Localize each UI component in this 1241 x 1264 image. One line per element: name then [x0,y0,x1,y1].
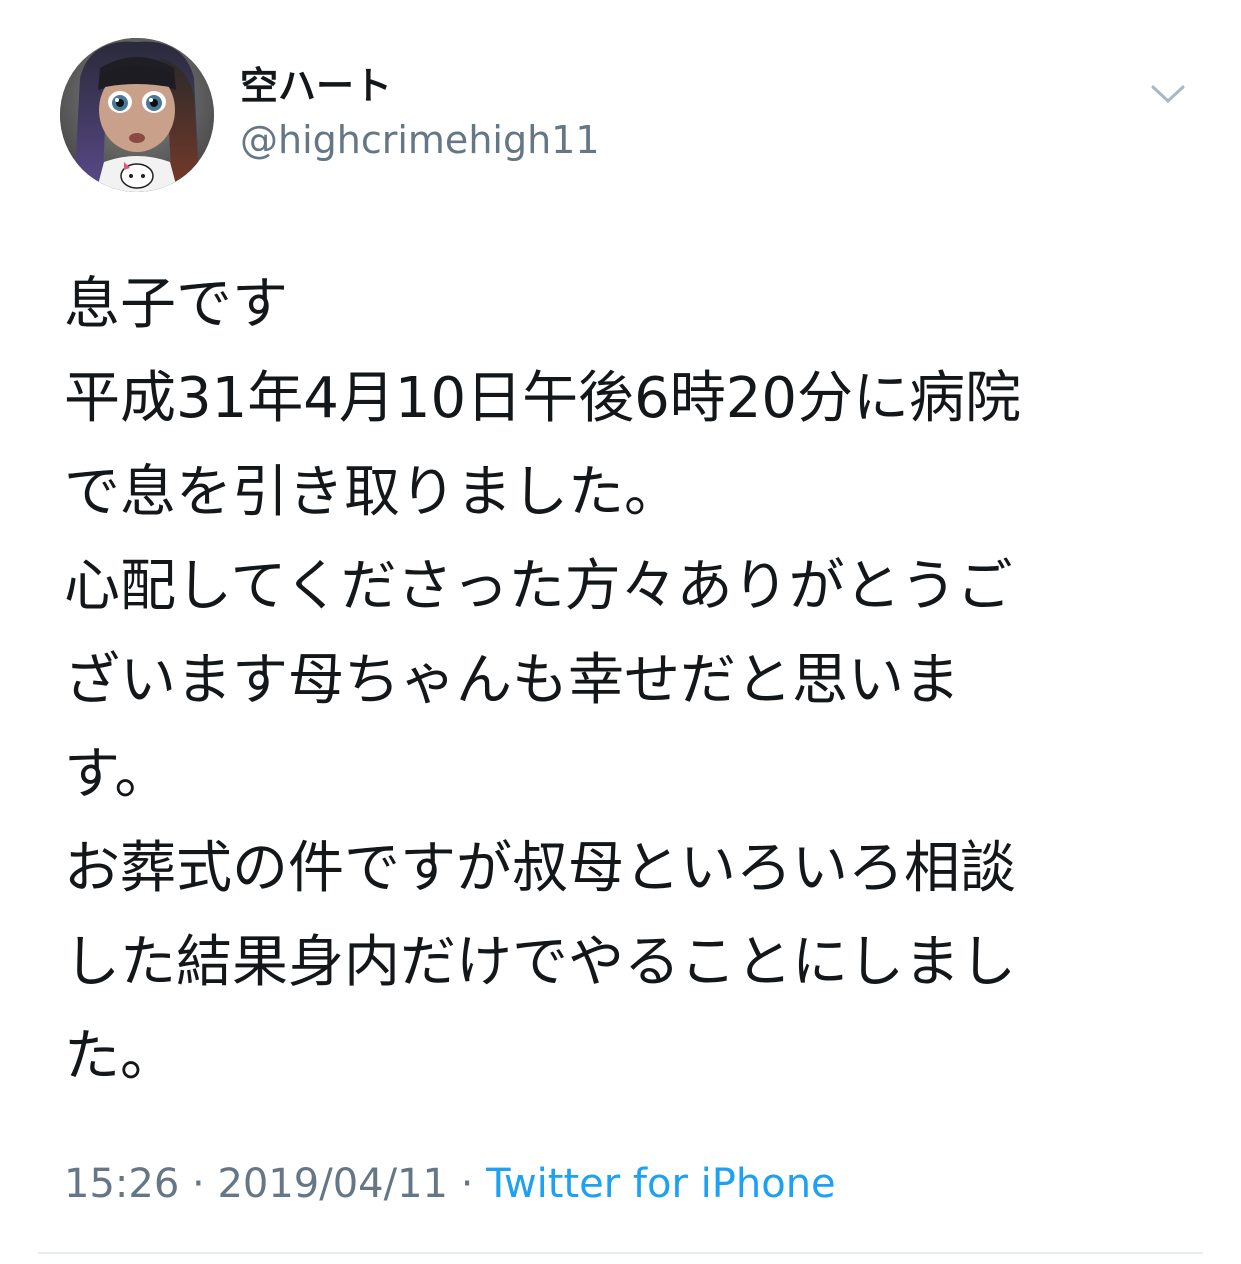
meta-separator: · [179,1161,218,1207]
tweet-text-line: 心配してくださった方々ありがとうご [64,554,1013,619]
chevron-down-icon [1151,85,1185,103]
tweet-date[interactable]: 2019/04/11 [217,1161,448,1207]
tweet-text-line: で息を引き取りました。 [64,460,680,525]
more-options-button[interactable] [1146,74,1190,114]
tweet-meta: 15:26 · 2019/04/11 · Twitter for iPhone [64,1156,836,1212]
tweet-text-line: お葬式の件ですが叔母といろいろ相談 [64,836,1016,901]
user-handle[interactable]: @highcrimehigh11 [240,114,600,166]
display-name[interactable]: 空ハート [240,60,392,112]
tweet-text-line: ざいます母ちゃんも幸せだと思いま [64,648,960,713]
tweet-card: 空ハート @highcrimehigh11 息子です 平成31年4月10日午後6… [0,0,1241,1264]
divider [38,1252,1203,1254]
tweet-text-line: 息子です [64,272,288,337]
tweet-source-link[interactable]: Twitter for iPhone [486,1161,836,1207]
avatar[interactable] [60,38,214,192]
avatar-doll-image [60,38,214,192]
meta-separator: · [447,1161,487,1207]
tweet-text-line: す。 [64,742,171,807]
tweet-text-line: た。 [64,1024,176,1089]
tweet-text-line: した結果身内だけでやることにしまし [64,930,1016,995]
tweet-text-line: 平成31年4月10日午後6時20分に病院 [64,366,1022,431]
tweet-text: 息子です 平成31年4月10日午後6時20分に病院 で息を引き取りました。 心配… [64,258,1214,1104]
tweet-time[interactable]: 15:26 [64,1161,179,1207]
